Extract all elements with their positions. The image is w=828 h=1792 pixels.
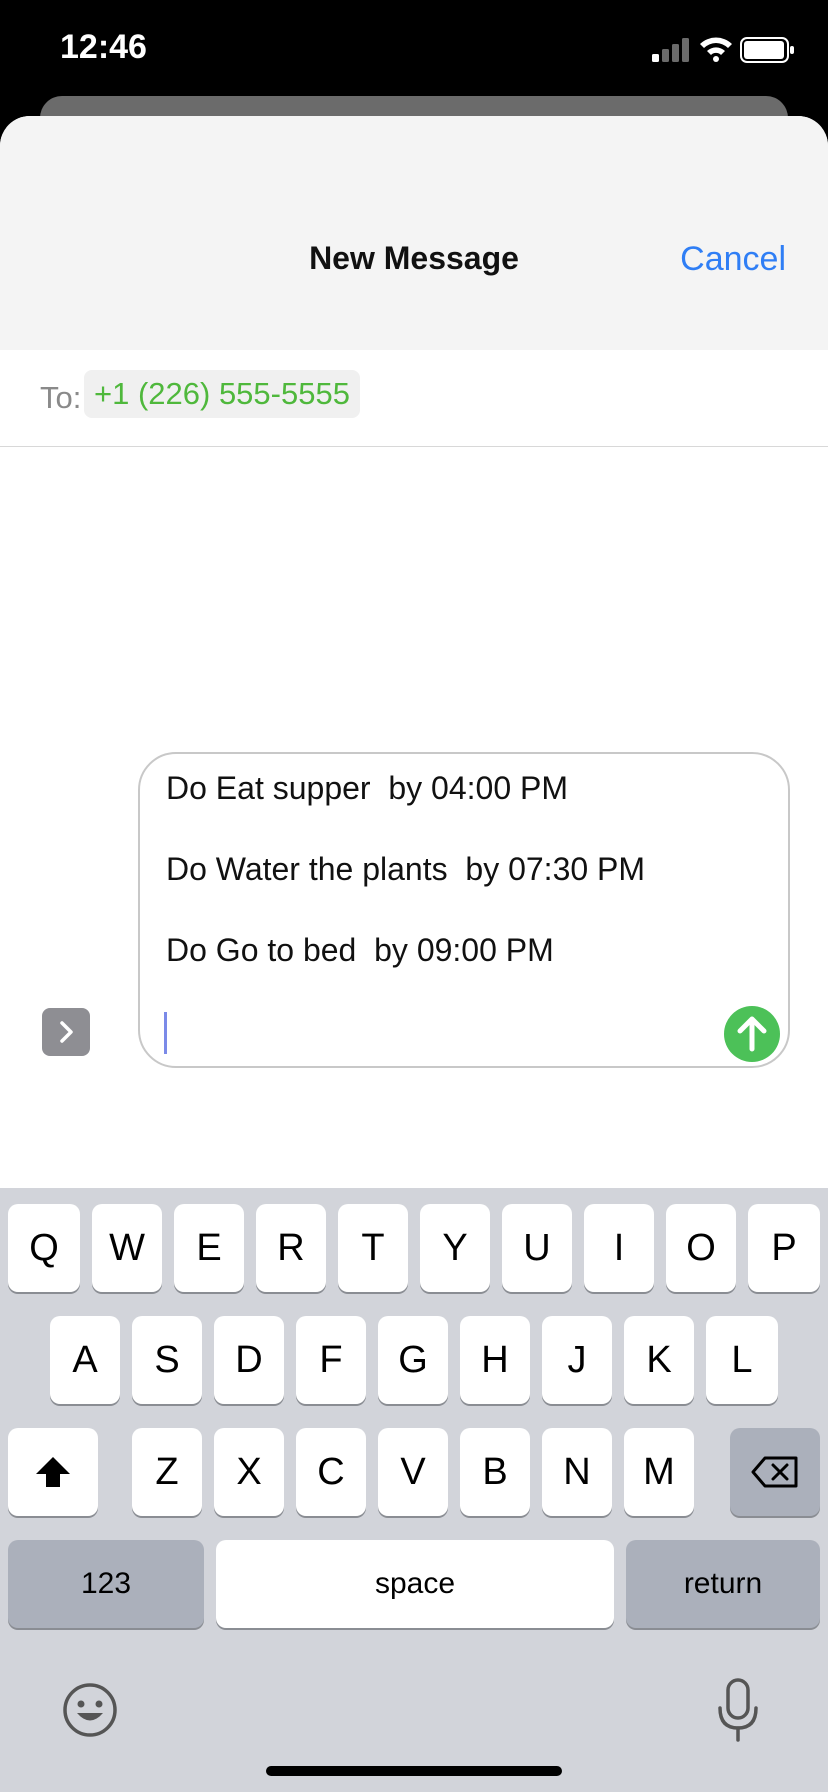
expand-apps-button[interactable] — [42, 1008, 90, 1056]
key-v[interactable]: V — [378, 1428, 448, 1516]
message-line: Do Go to bed by 09:00 PM — [166, 932, 554, 968]
key-b[interactable]: B — [460, 1428, 530, 1516]
key-n[interactable]: N — [542, 1428, 612, 1516]
key-j[interactable]: J — [542, 1316, 612, 1404]
cancel-button[interactable]: Cancel — [680, 240, 786, 279]
key-m[interactable]: M — [624, 1428, 694, 1516]
home-indicator — [266, 1766, 562, 1776]
microphone-icon[interactable] — [716, 1678, 760, 1742]
message-line: Do Eat supper by 04:00 PM — [166, 770, 568, 806]
status-bar: 12:46 — [0, 0, 828, 100]
recipient-chip[interactable]: +1 (226) 555-5555 — [84, 370, 360, 418]
numbers-key[interactable]: 123 — [8, 1540, 204, 1628]
send-arrow-icon — [737, 1016, 767, 1052]
shift-key[interactable] — [8, 1428, 98, 1516]
key-r[interactable]: R — [256, 1204, 326, 1292]
key-s[interactable]: S — [132, 1316, 202, 1404]
keyboard: Q W E R T Y U I O P A S D F G H J K L Z … — [0, 1188, 828, 1792]
shift-icon — [36, 1457, 70, 1487]
key-u[interactable]: U — [502, 1204, 572, 1292]
wifi-icon — [700, 37, 732, 62]
emoji-icon[interactable] — [62, 1682, 118, 1738]
return-key[interactable]: return — [626, 1540, 820, 1628]
text-cursor — [164, 1012, 167, 1054]
key-x[interactable]: X — [214, 1428, 284, 1516]
chevron-right-icon — [60, 1021, 73, 1043]
key-g[interactable]: G — [378, 1316, 448, 1404]
key-z[interactable]: Z — [132, 1428, 202, 1516]
message-input[interactable]: Do Eat supper by 04:00 PM Do Water the p… — [138, 752, 790, 1068]
delete-icon — [751, 1456, 798, 1488]
to-field[interactable]: To: +1 (226) 555-5555 — [0, 350, 828, 447]
to-label: To: — [40, 380, 82, 415]
key-w[interactable]: W — [92, 1204, 162, 1292]
key-f[interactable]: F — [296, 1316, 366, 1404]
key-q[interactable]: Q — [8, 1204, 80, 1292]
key-o[interactable]: O — [666, 1204, 736, 1292]
battery-icon — [740, 37, 794, 63]
key-k[interactable]: K — [624, 1316, 694, 1404]
send-button[interactable] — [724, 1006, 780, 1062]
key-h[interactable]: H — [460, 1316, 530, 1404]
key-a[interactable]: A — [50, 1316, 120, 1404]
key-y[interactable]: Y — [420, 1204, 490, 1292]
key-c[interactable]: C — [296, 1428, 366, 1516]
key-i[interactable]: I — [584, 1204, 654, 1292]
message-line: Do Water the plants by 07:30 PM — [166, 851, 646, 887]
delete-key[interactable] — [730, 1428, 820, 1516]
space-key[interactable]: space — [216, 1540, 614, 1628]
signal-icon — [652, 38, 689, 62]
nav-bar: New Message Cancel — [0, 116, 828, 351]
key-l[interactable]: L — [706, 1316, 778, 1404]
status-time: 12:46 — [60, 28, 147, 66]
key-d[interactable]: D — [214, 1316, 284, 1404]
key-p[interactable]: P — [748, 1204, 820, 1292]
key-t[interactable]: T — [338, 1204, 408, 1292]
key-e[interactable]: E — [174, 1204, 244, 1292]
